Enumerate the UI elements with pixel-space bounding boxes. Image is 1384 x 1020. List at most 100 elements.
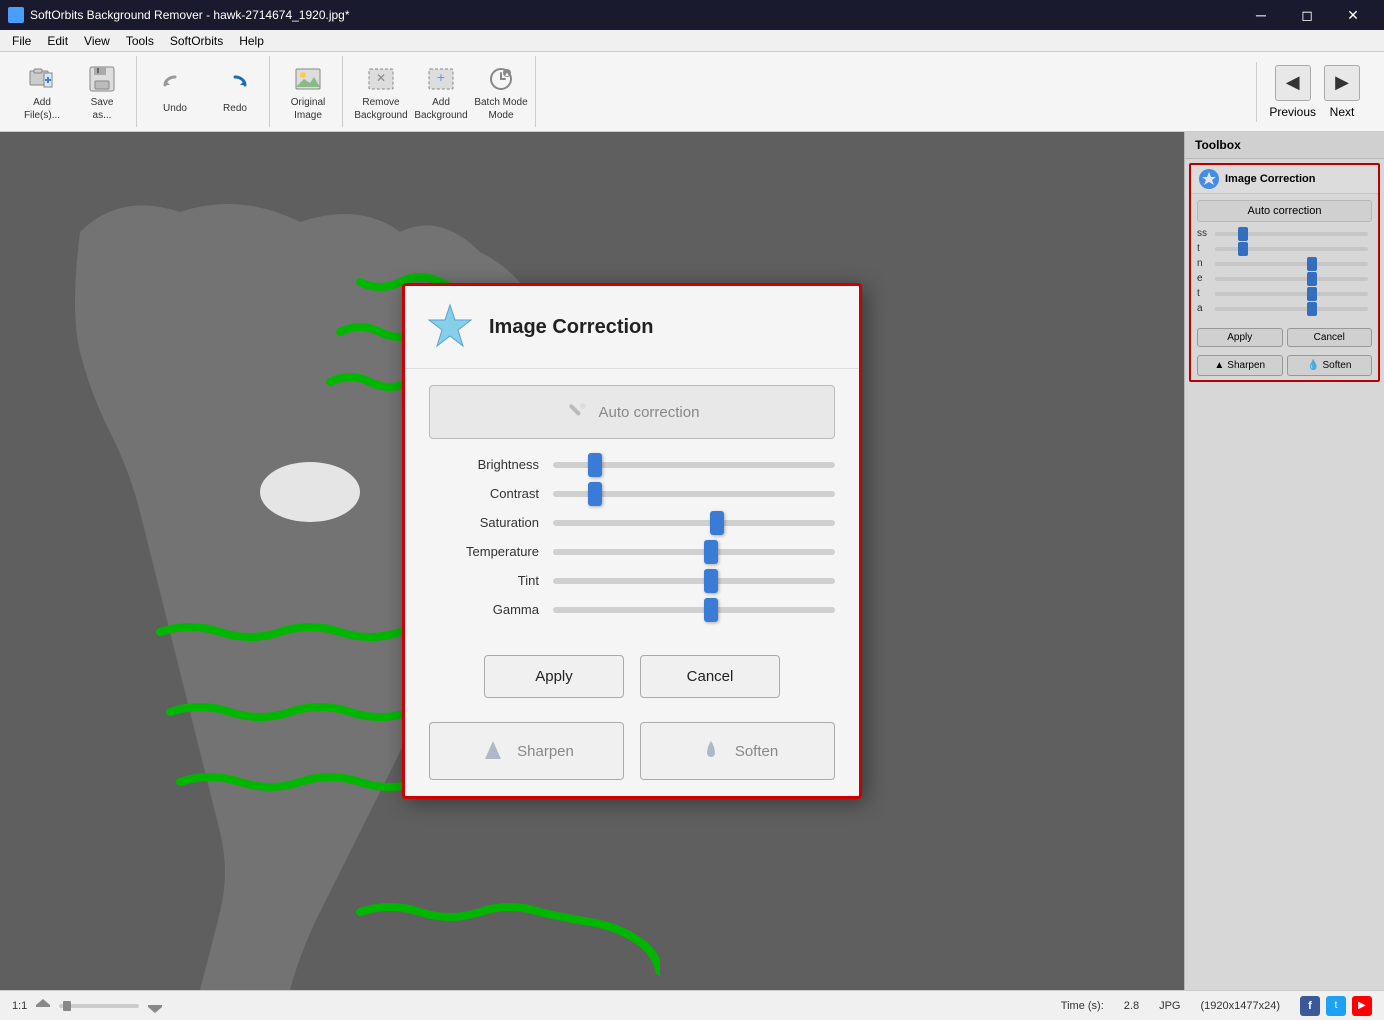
redo-label: Redo	[223, 103, 247, 114]
youtube-icon[interactable]: ▶	[1352, 996, 1372, 1016]
save-icon	[86, 63, 118, 95]
add-files-button[interactable]: Add File(s)...	[14, 58, 70, 126]
add-files-icon	[26, 63, 58, 95]
saturation-track[interactable]	[553, 520, 835, 526]
tint-track[interactable]	[553, 578, 835, 584]
temperature-track[interactable]	[553, 549, 835, 555]
saturation-thumb[interactable]	[710, 511, 724, 535]
add-background-label: Add	[432, 97, 450, 108]
gamma-slider-row: Gamma	[429, 602, 835, 617]
sharpen-label: Sharpen	[517, 743, 574, 760]
time-value: 2.8	[1124, 1000, 1139, 1012]
gamma-thumb[interactable]	[704, 598, 718, 622]
tint-label: Tint	[429, 573, 539, 588]
tint-thumb[interactable]	[704, 569, 718, 593]
next-label: Next	[1330, 105, 1355, 119]
soften-icon	[697, 737, 725, 765]
redo-button[interactable]: Redo	[207, 58, 263, 126]
apply-button[interactable]: Apply	[484, 655, 624, 698]
remove-bg-icon: ✕	[365, 63, 397, 95]
menu-file[interactable]: File	[4, 32, 39, 50]
svg-text:+: +	[437, 69, 445, 85]
minimize-button[interactable]: ─	[1238, 0, 1284, 30]
file-format: JPG	[1159, 1000, 1180, 1012]
contrast-label: Contrast	[429, 486, 539, 501]
svg-text:✕: ✕	[376, 71, 386, 85]
temperature-slider-row: Temperature	[429, 544, 835, 559]
contrast-track[interactable]	[553, 491, 835, 497]
original-image-icon	[292, 63, 324, 95]
app-icon	[8, 7, 24, 23]
toolbar-group-files: Add File(s)... Save as...	[8, 56, 137, 127]
menu-bar: File Edit View Tools SoftOrbits Help	[0, 30, 1384, 52]
save-as-label: Save	[91, 97, 114, 108]
brightness-track[interactable]	[553, 462, 835, 468]
zoom-thumb[interactable]	[63, 1001, 71, 1011]
cancel-button[interactable]: Cancel	[640, 655, 780, 698]
sharpen-button[interactable]: Sharpen	[429, 722, 624, 780]
zoom-level: 1:1	[12, 1000, 27, 1012]
menu-softorbits[interactable]: SoftOrbits	[162, 32, 231, 50]
auto-correction-label: Auto correction	[599, 404, 700, 421]
brightness-thumb[interactable]	[588, 453, 602, 477]
add-bg-icon: +	[425, 63, 457, 95]
image-correction-dialog: Image Correction Auto correction Brightn…	[402, 283, 862, 799]
original-image-label: Original	[291, 97, 325, 108]
contrast-thumb[interactable]	[588, 482, 602, 506]
title-bar-controls: ─ ◻ ✕	[1238, 0, 1376, 30]
undo-label: Undo	[163, 103, 187, 114]
undo-icon	[159, 69, 191, 101]
tint-slider-row: Tint	[429, 573, 835, 588]
status-right: Time (s): 2.8 JPG (1920x1477x24) f t ▶	[1061, 996, 1372, 1016]
temperature-thumb[interactable]	[704, 540, 718, 564]
modal-header: Image Correction	[405, 286, 859, 369]
previous-nav: ◀ Previous	[1269, 65, 1316, 119]
auto-correction-button[interactable]: Auto correction	[429, 385, 835, 439]
undo-button[interactable]: Undo	[147, 58, 203, 126]
brightness-slider-row: Brightness	[429, 457, 835, 472]
previous-arrow-button[interactable]: ◀	[1275, 65, 1311, 101]
zoom-slider[interactable]	[59, 1004, 139, 1008]
soften-label: Soften	[735, 743, 778, 760]
twitter-icon[interactable]: t	[1326, 996, 1346, 1016]
batch-mode-label2: Mode	[488, 110, 513, 121]
saturation-label: Saturation	[429, 515, 539, 530]
add-background-button[interactable]: + Add Background	[413, 58, 469, 126]
svg-text:▲: ▲	[504, 72, 510, 78]
original-image-button[interactable]: Original Image	[280, 58, 336, 126]
menu-help[interactable]: Help	[231, 32, 272, 50]
batch-mode-button[interactable]: ▲ Batch Mode Mode	[473, 58, 529, 126]
toolbar: Add File(s)... Save as...	[0, 52, 1384, 132]
previous-label: Previous	[1269, 105, 1316, 119]
menu-edit[interactable]: Edit	[39, 32, 76, 50]
image-dimensions: (1920x1477x24)	[1200, 1000, 1280, 1012]
zoom-icon	[35, 998, 51, 1014]
next-nav: ▶ Next	[1324, 65, 1360, 119]
social-icons: f t ▶	[1300, 996, 1372, 1016]
close-button[interactable]: ✕	[1330, 0, 1376, 30]
title-bar: SoftOrbits Background Remover - hawk-271…	[0, 0, 1384, 30]
main-area: Toolbox Image Correction Auto correction…	[0, 132, 1384, 990]
saturation-slider-row: Saturation	[429, 515, 835, 530]
modal-sharpen-row: Sharpen Soften	[405, 714, 859, 796]
time-label: Time (s):	[1061, 1000, 1104, 1012]
gamma-track[interactable]	[553, 607, 835, 613]
contrast-slider-row: Contrast	[429, 486, 835, 501]
next-arrow-button[interactable]: ▶	[1324, 65, 1360, 101]
remove-background-label2: Background	[354, 110, 407, 121]
status-bar: 1:1 Time (s): 2.8 JPG (1920x1477x24) f t…	[0, 990, 1384, 1020]
toolbar-group-edit: Undo Redo	[141, 56, 270, 127]
menu-view[interactable]: View	[76, 32, 118, 50]
remove-background-button[interactable]: ✕ Remove Background	[353, 58, 409, 126]
maximize-button[interactable]: ◻	[1284, 0, 1330, 30]
save-as-button[interactable]: Save as...	[74, 58, 130, 126]
modal-title: Image Correction	[489, 316, 653, 339]
menu-tools[interactable]: Tools	[118, 32, 162, 50]
nav-separator	[1256, 62, 1257, 122]
soften-button[interactable]: Soften	[640, 722, 835, 780]
status-left: 1:1	[12, 998, 163, 1014]
modal-footer: Apply Cancel	[405, 651, 859, 714]
facebook-icon[interactable]: f	[1300, 996, 1320, 1016]
gamma-label: Gamma	[429, 602, 539, 617]
wand-icon	[565, 400, 589, 424]
